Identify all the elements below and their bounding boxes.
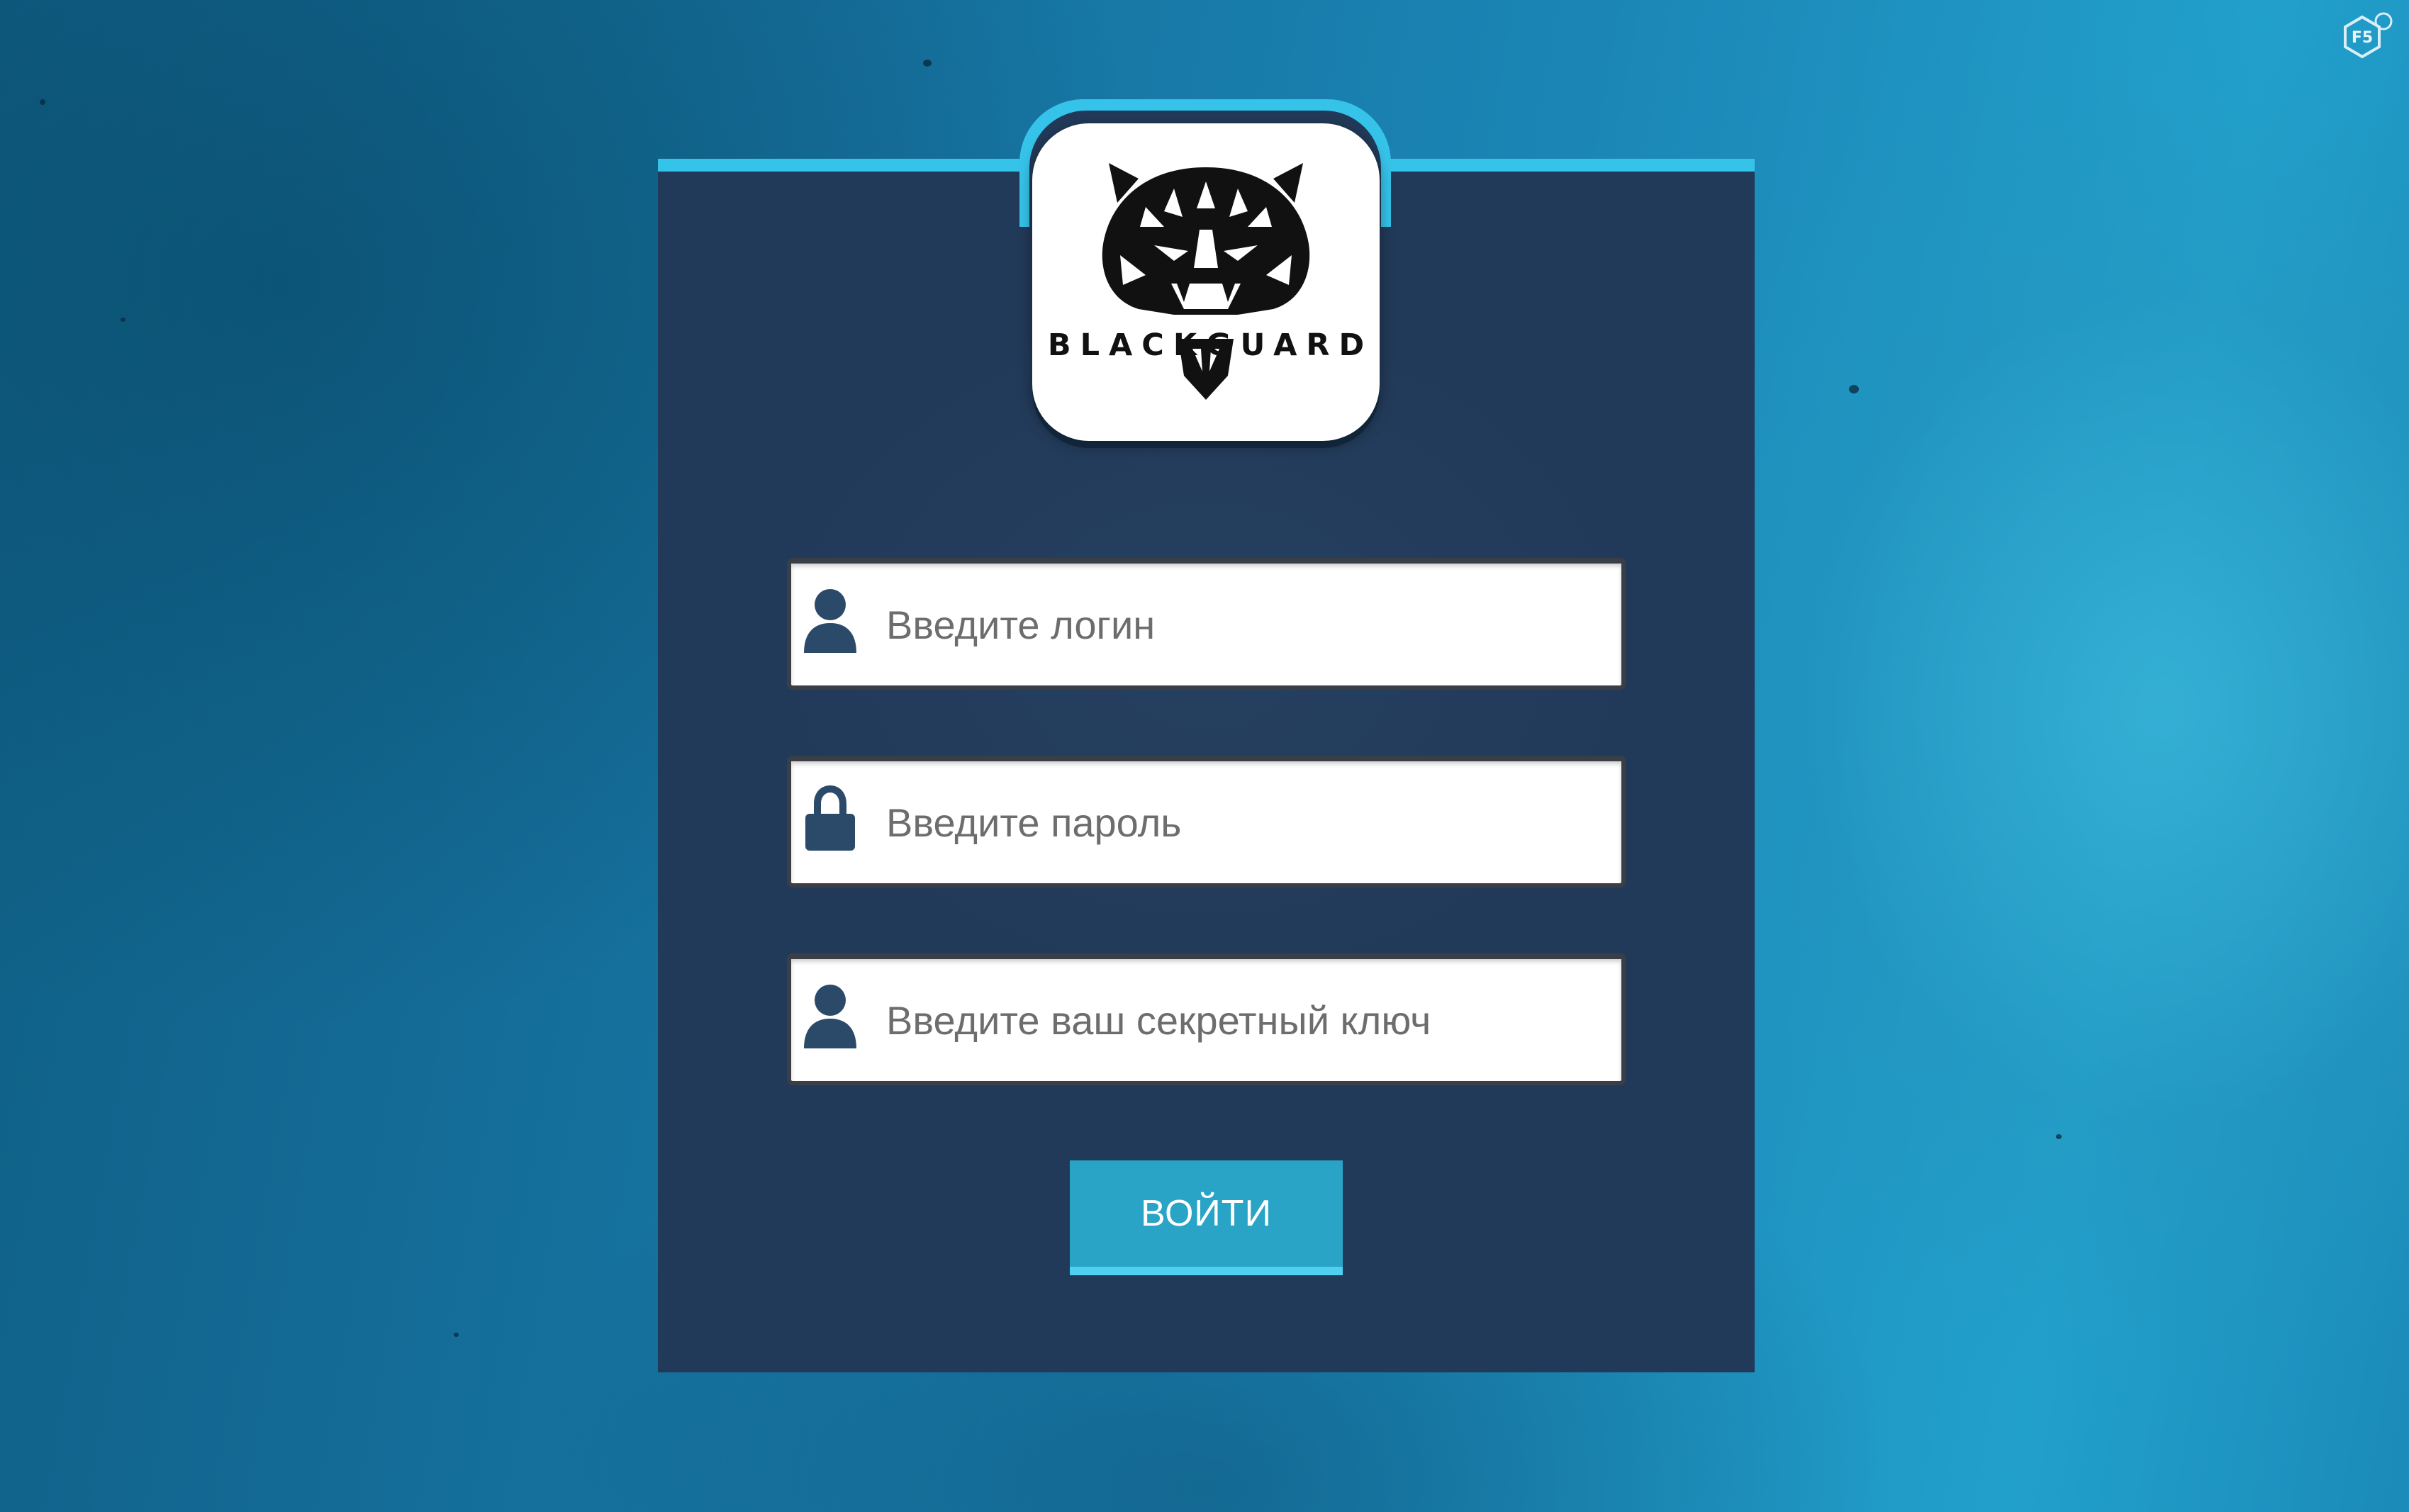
- login-field[interactable]: [787, 558, 1626, 690]
- corner-badge-label: F5: [2352, 29, 2373, 47]
- background-speck: [923, 60, 932, 67]
- background-speck: [1849, 385, 1859, 393]
- user-icon: [804, 589, 856, 653]
- background-speck: [40, 99, 45, 105]
- hexagon-badge-icon: F5: [2344, 12, 2393, 59]
- secret-key-input[interactable]: [886, 959, 1609, 1081]
- brand-name: BLACKGUARD: [1047, 327, 1374, 363]
- user-icon: [804, 985, 856, 1048]
- background-speck: [2056, 1134, 2062, 1139]
- tiger-head-icon: [1102, 163, 1310, 400]
- background-speck: [454, 1333, 459, 1337]
- secret-key-field[interactable]: [787, 953, 1626, 1085]
- password-field[interactable]: [787, 756, 1626, 887]
- login-input[interactable]: [886, 564, 1609, 685]
- password-input[interactable]: [886, 761, 1609, 883]
- login-button[interactable]: ВОЙТИ: [1070, 1160, 1343, 1275]
- lock-icon: [805, 785, 855, 851]
- brand-logo: BLACKGUARD: [1032, 123, 1380, 441]
- background-speck: [121, 318, 125, 322]
- corner-badge[interactable]: F5: [2338, 11, 2395, 68]
